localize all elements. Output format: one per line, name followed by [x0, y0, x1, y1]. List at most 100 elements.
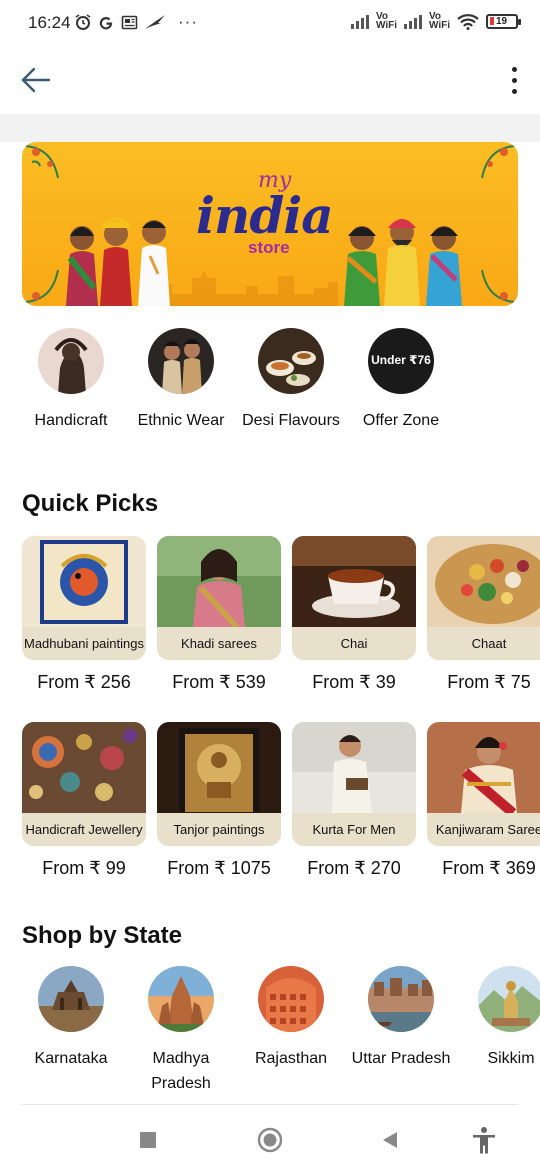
sikkim-image [478, 966, 540, 1032]
battery-icon: 19 [486, 13, 521, 29]
category-label: Offer Zone [362, 412, 440, 429]
handicraft-jewellery-image [22, 722, 146, 813]
kanjiwaram-saree-image [427, 722, 540, 813]
status-bar: 16:24 ··· Vo WiFi Vo WiFi 19 [0, 0, 540, 46]
more-vertical-icon [511, 66, 517, 72]
product-card[interactable]: Kanjiwaram Saree From ₹ 369 [427, 722, 540, 879]
madhya-pradesh-image [148, 966, 214, 1032]
product-name: Chai [292, 627, 416, 660]
bottom-divider [22, 1104, 518, 1105]
state-karnataka[interactable]: Karnataka [16, 966, 126, 1096]
product-card[interactable]: Handicraft Jewellery From ₹ 99 [22, 722, 146, 879]
category-offer-zone[interactable]: Under ₹76 Offer Zone [346, 328, 456, 433]
status-notification-icons: ··· [74, 12, 198, 32]
product-name: Kurta For Men [292, 813, 416, 846]
google-icon [99, 16, 113, 29]
offer-badge: Under ₹76 [371, 353, 431, 367]
state-label: Karnataka [34, 1050, 108, 1067]
more-options-button[interactable] [504, 60, 524, 100]
news-icon [121, 15, 138, 29]
uttar-pradesh-image [368, 966, 434, 1032]
my-india-store-banner[interactable]: my india store [22, 142, 518, 306]
vowifi-label-2: Vo WiFi [428, 11, 450, 31]
shop-by-state-title: Shop by State [22, 922, 183, 949]
product-price: From ₹ 1075 [167, 858, 271, 878]
product-name: Kanjiwaram Saree [427, 813, 540, 846]
product-card[interactable]: Khadi sarees From ₹ 539 [157, 536, 281, 693]
product-card[interactable]: Madhubani paintings From ₹ 256 [22, 536, 146, 693]
category-ethnic-wear[interactable]: Ethnic Wear [126, 328, 236, 433]
state-madhya-pradesh[interactable]: Madhya Pradesh [126, 966, 236, 1096]
ethnic-wear-image [148, 328, 214, 394]
product-price: From ₹ 539 [172, 672, 266, 692]
bird-icon [145, 14, 165, 29]
signal-icon-2 [403, 13, 422, 29]
product-price: From ₹ 75 [447, 672, 531, 692]
banner-logo-store: store [248, 238, 290, 257]
offer-zone-image: Under ₹76 [368, 328, 434, 394]
product-name: Chaat [427, 627, 540, 660]
vowifi-label: Vo WiFi [375, 11, 397, 31]
quick-picks-row-1: Madhubani paintings From ₹ 256 Khadi sar… [22, 536, 540, 693]
category-handicraft[interactable]: Handicraft [16, 328, 126, 433]
chaat-image [427, 536, 540, 627]
product-name: Khadi sarees [157, 627, 281, 660]
product-price: From ₹ 369 [442, 858, 536, 878]
back-triangle-icon [383, 1132, 397, 1148]
rajasthan-image [258, 966, 324, 1032]
product-name: Handicraft Jewellery [22, 813, 146, 846]
arrow-left-icon [21, 67, 51, 93]
back-nav-button[interactable] [376, 1126, 404, 1154]
desi-flavours-image [258, 328, 324, 394]
accessibility-button[interactable] [470, 1126, 498, 1154]
status-system-icons: Vo WiFi Vo WiFi 19 [350, 11, 521, 31]
wifi-icon [457, 13, 479, 30]
product-name: Tanjor paintings [157, 813, 281, 846]
product-card[interactable]: Chai From ₹ 39 [292, 536, 416, 693]
signal-icon [350, 13, 369, 29]
chai-image [292, 536, 416, 627]
product-price: From ₹ 39 [312, 672, 396, 692]
home-circle-icon [257, 1127, 283, 1153]
state-rajasthan[interactable]: Rajasthan [236, 966, 346, 1096]
kurta-men-image [292, 722, 416, 813]
state-label: Sikkim [487, 1050, 535, 1067]
product-card[interactable]: Chaat From ₹ 75 [427, 536, 540, 693]
state-sikkim[interactable]: Sikkim [456, 966, 540, 1096]
product-price: From ₹ 270 [307, 858, 401, 878]
quick-picks-title: Quick Picks [22, 490, 159, 517]
app-bar [0, 46, 540, 114]
category-row: Handicraft Ethnic Wear Desi Flavours Und… [16, 328, 456, 433]
alarm-icon [75, 14, 91, 30]
product-card[interactable]: Kurta For Men From ₹ 270 [292, 722, 416, 879]
states-row: Karnataka Madhya Pradesh Rajasthan Uttar… [16, 966, 540, 1096]
state-uttar-pradesh[interactable]: Uttar Pradesh [346, 966, 456, 1096]
back-button[interactable] [16, 60, 56, 100]
category-label: Handicraft [34, 412, 108, 429]
product-price: From ₹ 99 [42, 858, 126, 878]
state-label: Rajasthan [254, 1050, 328, 1067]
banner-logo-india: india [196, 186, 334, 245]
header-separator [0, 114, 540, 142]
quick-picks-row-2: Handicraft Jewellery From ₹ 99 Tanjor pa… [22, 722, 540, 879]
category-label: Desi Flavours [242, 412, 340, 429]
more-notifications-dots: ··· [178, 12, 198, 31]
product-card[interactable]: Tanjor paintings From ₹ 1075 [157, 722, 281, 879]
people-illustration-right [344, 219, 462, 306]
home-button[interactable] [256, 1126, 284, 1154]
category-label: Ethnic Wear [137, 412, 225, 429]
product-name: Madhubani paintings [22, 627, 146, 660]
product-price: From ₹ 256 [37, 672, 131, 692]
status-time: 16:24 [28, 13, 71, 32]
accessibility-icon [473, 1127, 495, 1154]
karnataka-image [38, 966, 104, 1032]
people-illustration-left [66, 218, 170, 306]
state-label: Uttar Pradesh [351, 1050, 451, 1067]
handicraft-image [38, 328, 104, 394]
madhubani-painting-image [22, 536, 146, 627]
system-nav-bar [0, 1110, 540, 1170]
recents-button[interactable] [134, 1126, 162, 1154]
floral-corner-icon [481, 145, 515, 179]
khadi-saree-image [157, 536, 281, 627]
category-desi-flavours[interactable]: Desi Flavours [236, 328, 346, 433]
